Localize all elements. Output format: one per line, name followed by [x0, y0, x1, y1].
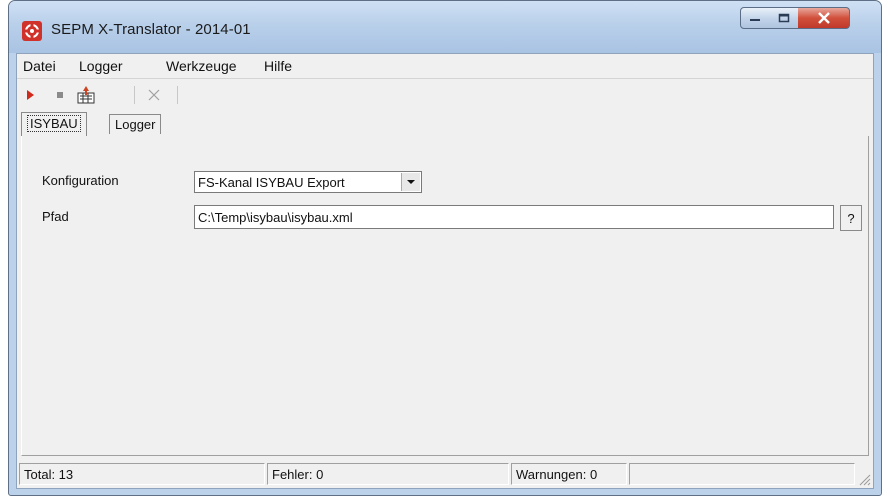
stop-button[interactable] — [49, 84, 71, 106]
menu-datei[interactable]: Datei — [23, 58, 56, 74]
konfiguration-label: Konfiguration — [42, 173, 119, 188]
toolbar — [17, 80, 873, 110]
maximize-button[interactable] — [769, 7, 799, 29]
menu-hilfe[interactable]: Hilfe — [264, 58, 292, 74]
pfad-input[interactable] — [194, 205, 834, 229]
start-button[interactable] — [19, 84, 41, 106]
resize-grip-icon[interactable] — [857, 472, 871, 486]
konfiguration-select[interactable]: FS-Kanal ISYBAU Export — [194, 171, 422, 193]
app-logo-icon[interactable] — [22, 21, 42, 41]
toolbar-divider — [177, 86, 178, 104]
menu-werkzeuge[interactable]: Werkzeuge — [166, 58, 237, 74]
pfad-label: Pfad — [42, 209, 69, 224]
minimize-button[interactable] — [740, 7, 770, 29]
dropdown-button[interactable] — [401, 173, 420, 191]
konfiguration-value: FS-Kanal ISYBAU Export — [198, 175, 345, 190]
tab-logger[interactable]: Logger — [109, 114, 162, 134]
tab-logger-label: Logger — [115, 117, 156, 132]
menu-logger[interactable]: Logger — [79, 58, 123, 74]
toolbar-divider — [134, 86, 135, 104]
isybau-panel: Konfiguration FS-Kanal ISYBAU Export Pfa… — [21, 136, 869, 456]
tab-strip: ISYBAU Logger — [17, 112, 873, 136]
status-bar: Total: 13 Fehler: 0 Warnungen: 0 — [17, 458, 873, 488]
status-extra — [629, 463, 855, 485]
status-fehler: Fehler: 0 — [267, 463, 509, 485]
menu-separator — [17, 78, 873, 79]
menu-bar: Datei Logger Werkzeuge Hilfe — [17, 54, 873, 77]
close-button[interactable] — [798, 7, 850, 29]
status-warnungen: Warnungen: 0 — [511, 463, 627, 485]
play-icon — [27, 90, 34, 100]
minimize-icon — [750, 19, 760, 21]
status-total: Total: 13 — [19, 463, 265, 485]
translate-button[interactable] — [75, 84, 97, 106]
window-title: SEPM X-Translator - 2014-01 — [51, 21, 251, 38]
tab-isybau[interactable]: ISYBAU — [21, 112, 87, 136]
maximize-icon — [778, 13, 789, 23]
help-button[interactable]: ? — [840, 205, 862, 231]
tab-isybau-label: ISYBAU — [27, 115, 81, 132]
stop-icon — [57, 92, 63, 98]
chevron-down-icon — [407, 180, 415, 184]
title-bar[interactable]: SEPM X-Translator - 2014-01 — [9, 1, 881, 53]
close-icon — [817, 12, 830, 24]
cancel-button[interactable] — [143, 84, 165, 106]
client-area: Datei Logger Werkzeuge Hilfe ISYBAU Logg… — [16, 53, 874, 489]
cancel-icon — [148, 89, 160, 101]
app-window: SEPM X-Translator - 2014-01 Datei Logger… — [8, 0, 882, 496]
translate-icon — [77, 86, 95, 104]
